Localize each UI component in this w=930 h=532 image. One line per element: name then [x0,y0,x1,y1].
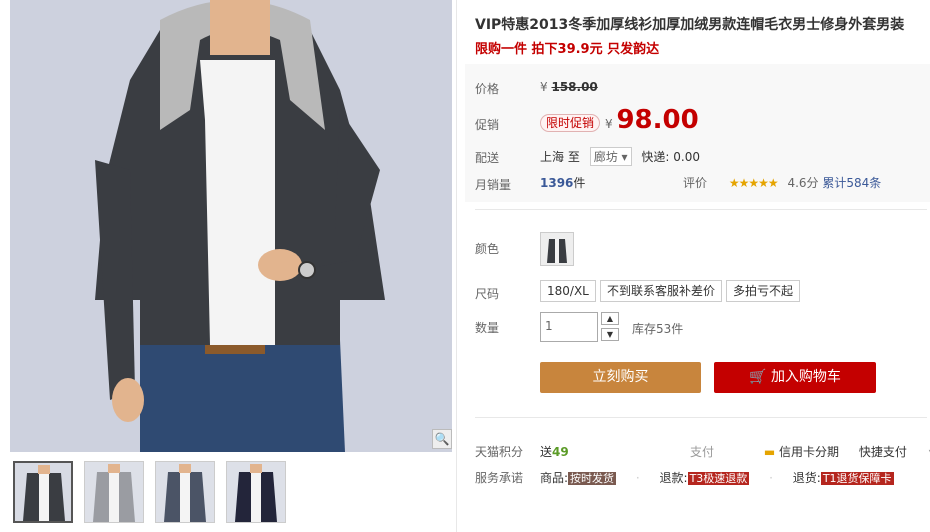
size-option[interactable]: 多拍亏不起 [726,280,801,302]
promo-badge: 限时促销 [540,114,601,132]
credit-card-installment[interactable]: ▬ 信用卡分期 [764,445,839,459]
thumbnail-3[interactable] [155,461,215,523]
promo-label: 促销 [475,118,500,132]
quantity-label: 数量 [475,321,500,335]
product-subtitle: 限购一件 拍下39.9元 只发韵达 [475,42,660,57]
promo-price: ¥ 98.00 [605,105,699,135]
thumbnail-2[interactable] [84,461,144,523]
promo-currency-symbol: ¥ [605,117,613,131]
refund-tag[interactable]: T3极速退款 [687,472,750,485]
buy-now-button[interactable]: 立刻购买 [540,362,701,393]
shipping-info: 上海 至 廊坊 ▾ 快递: 0.00 [540,147,700,166]
monthly-sales-unit: 件 [573,176,586,190]
color-label: 颜色 [475,242,500,256]
rating-info: 评价 ★★★★★ 4.6分 累计584条 [683,174,881,191]
product-title: VIP特惠2013冬季加厚线衫加厚加绒男款连帽毛衣男士修身外套男装 [475,17,905,33]
review-count-link[interactable]: 累计584条 [822,176,881,190]
size-label: 尺码 [475,287,500,301]
add-to-cart-button[interactable]: 🛒 加入购物车 [714,362,876,393]
decrease-quantity-button[interactable]: ▼ [601,328,619,341]
rating-label: 评价 [683,176,708,190]
size-option[interactable]: 不到联系客服补差价 [600,280,723,302]
ship-to-word: 至 [567,150,580,164]
column-divider [456,0,457,532]
monthly-sales: 1396件 [540,174,585,191]
quantity-input[interactable]: 1 [540,312,598,342]
return-tag[interactable]: T1退货保障卡 [820,472,894,485]
thumbnail-4[interactable] [226,461,286,523]
tmall-points-label: 天猫积分 [475,445,524,459]
main-product-image[interactable] [10,0,452,452]
goods-label: 商品: [540,471,569,485]
size-option[interactable]: 180/XL [540,280,596,302]
thumbnail-1[interactable] [13,461,73,523]
return-label: 退货: [792,471,821,485]
thumbnail-strip [13,461,286,523]
active-indicator [39,461,51,462]
cart-icon: 🛒 [749,369,767,385]
rating-score: 4.6分 [787,176,819,190]
star-rating-icon: ★★★★★ [728,176,779,190]
destination-select[interactable]: 廊坊 ▾ [589,147,632,166]
destination-value: 廊坊 [593,150,618,164]
monthly-sales-label: 月销量 [475,178,512,192]
quick-pay[interactable]: 快捷支付 [859,445,907,459]
promo-price-value: 98.00 [616,105,699,135]
price-label: 价格 [475,82,500,96]
tmall-points: 送49 [540,443,569,460]
express-fee: 快递: 0.00 [641,150,700,164]
currency-symbol: ¥ [540,80,548,94]
original-price: ¥ 158.00 [540,80,598,94]
credit-card-icon: ▬ [763,445,776,459]
ship-from: 上海 [540,150,565,164]
color-swatch[interactable] [540,232,574,266]
add-to-cart-label: 加入购物车 [770,369,841,385]
shipping-label: 配送 [475,151,500,165]
points-prefix: 送 [540,445,553,459]
credit-card-label: 信用卡分期 [779,445,840,459]
service-label: 服务承诺 [475,471,524,485]
stock-info: 库存53件 [632,322,684,336]
payment-label: 支付 [690,445,715,459]
service-promises: 商品: 按时发货 · 退款: T3极速退款 · 退货: T1退货保障卡 [540,471,894,485]
refund-label: 退款: [659,471,688,485]
section-divider [475,209,927,210]
monthly-sales-count: 1396 [540,176,574,190]
section-divider [475,417,927,418]
goods-tag[interactable]: 按时发货 [568,472,617,485]
increase-quantity-button[interactable]: ▲ [601,312,619,325]
product-page: 🔍 VIP特惠2013冬季加厚线衫加厚加绒男款连帽毛衣男士修身外套男装 限购一件… [0,0,930,532]
original-price-value: 158.00 [551,80,598,94]
payment-info: 支付 ▬ 信用卡分期 快捷支付 ▾ [690,443,930,460]
points-value: 49 [552,445,569,459]
zoom-icon[interactable]: 🔍 [432,429,452,449]
chevron-down-icon: ▾ [621,150,628,164]
